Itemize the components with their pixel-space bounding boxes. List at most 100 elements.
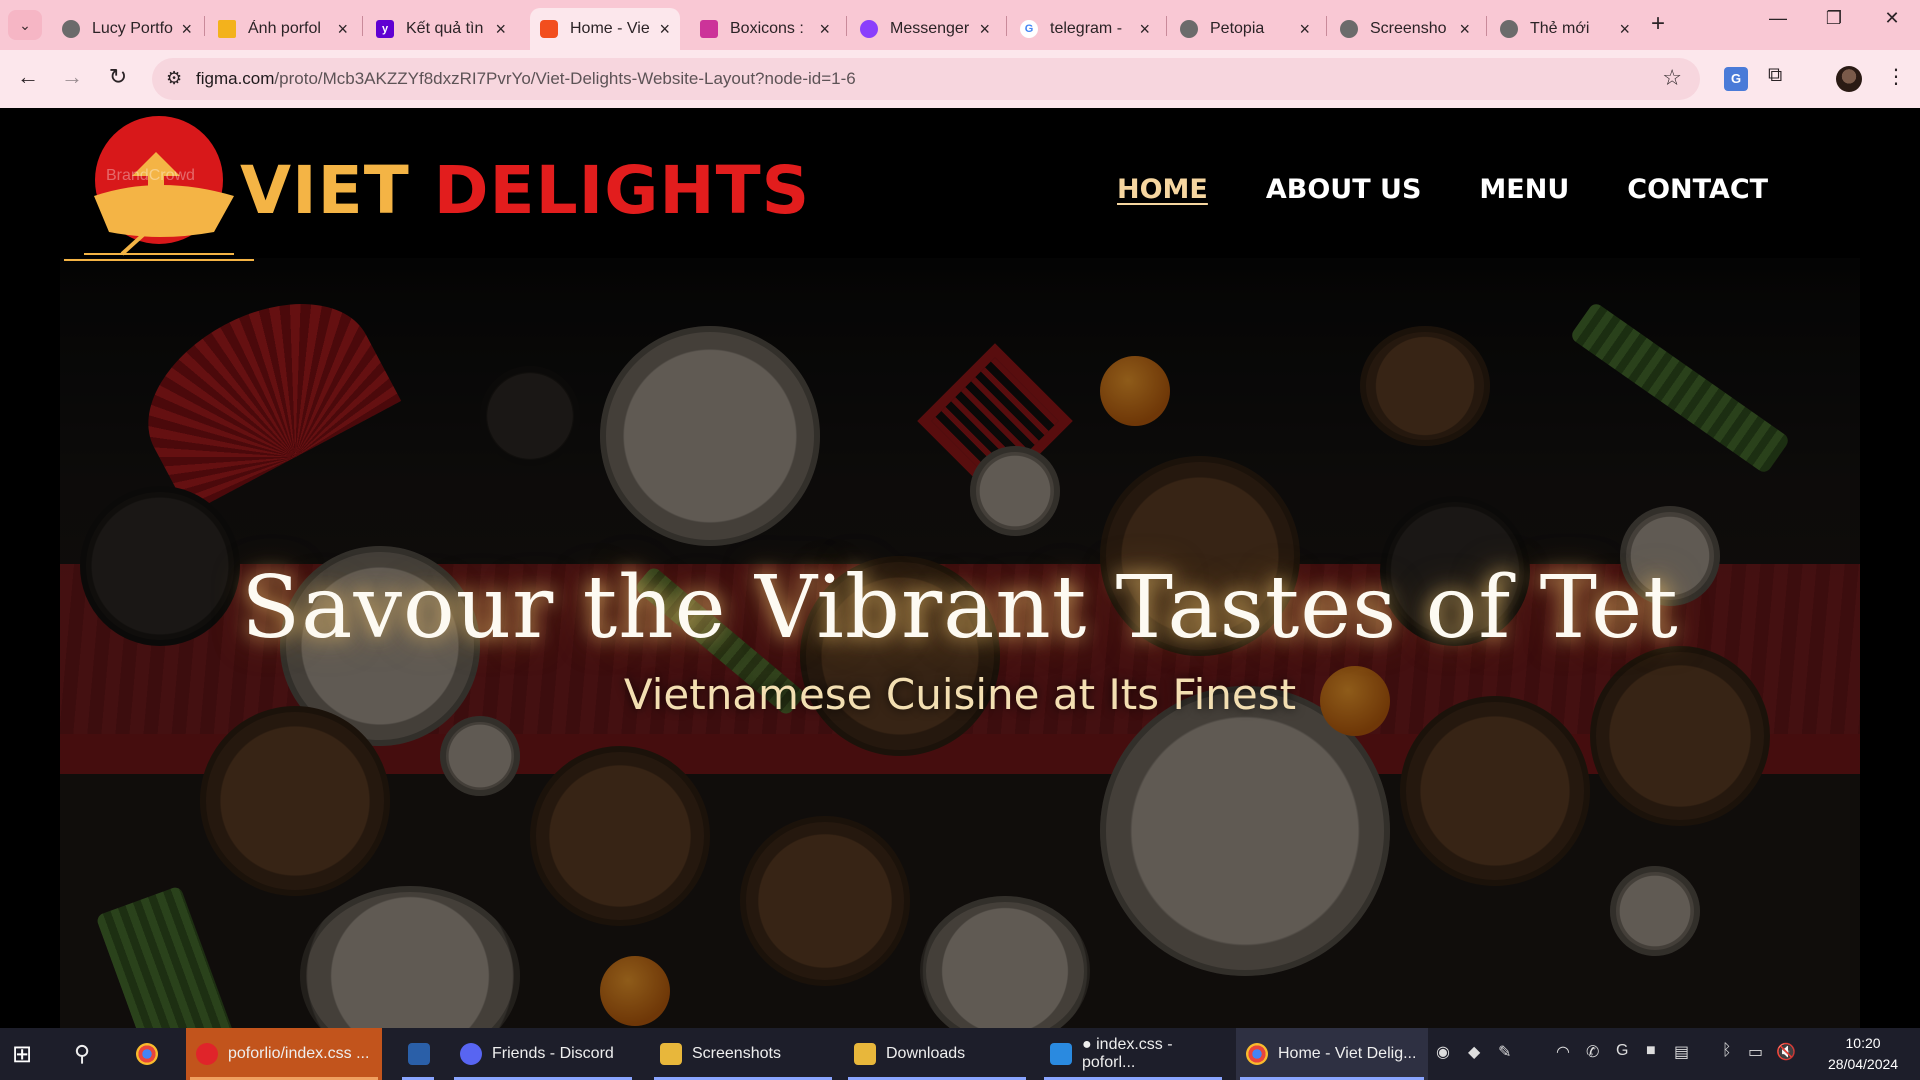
brand-delights: DELIGHTS (433, 152, 811, 229)
logo-watermark: BrandCrowd (106, 167, 195, 184)
taskbar-app-screenshots[interactable]: Screenshots (650, 1028, 836, 1080)
avatar[interactable] (1836, 66, 1862, 92)
nvidia-tray-icon[interactable]: ◆ (1468, 1042, 1480, 1062)
globe-icon (62, 20, 80, 38)
battery-icon[interactable]: ▭ (1748, 1042, 1763, 1062)
tab-title: Ảnh porfol (248, 20, 321, 37)
nav-menu-link[interactable]: MENU (1479, 174, 1569, 205)
url-host: figma.com (196, 69, 275, 88)
url-path: /proto/Mcb3AKZZYf8dxzRI7PvrYo/Viet-Delig… (274, 69, 856, 88)
url-text[interactable]: figma.com/proto/Mcb3AKZZYf8dxzRI7PvrYo/V… (196, 69, 856, 89)
close-icon[interactable]: × (337, 19, 348, 40)
tab[interactable]: Screensho × (1330, 8, 1480, 50)
tab-title: Kết quả tìn (406, 20, 484, 37)
close-icon[interactable]: × (819, 19, 830, 40)
translate-icon[interactable]: G (1724, 67, 1748, 91)
volume-icon[interactable]: 🔇 (1776, 1042, 1796, 1062)
globe-icon (1500, 20, 1518, 38)
close-icon[interactable]: × (495, 19, 506, 40)
extensions-icon[interactable]: ⧉ (1768, 64, 1782, 87)
address-bar[interactable]: ⚙ figma.com/proto/Mcb3AKZZYf8dxzRI7PvrYo… (152, 58, 1700, 100)
globe-icon (1180, 20, 1198, 38)
bluetooth-icon[interactable]: ᛒ (1722, 1042, 1732, 1060)
search-icon: ⚲ (74, 1041, 91, 1066)
taskbar-app-discord[interactable]: Friends - Discord (450, 1028, 636, 1080)
taskbar-chrome-pinned[interactable] (136, 1028, 168, 1080)
messenger-icon (860, 20, 878, 38)
taskbar-app-opera[interactable]: poforlio/index.css ... (186, 1028, 382, 1080)
taskbar-app-label: Friends - Discord (492, 1045, 614, 1062)
tab-title: Boxicons : (730, 20, 804, 37)
start-button[interactable]: ⊞ (12, 1028, 32, 1080)
tab-search-button[interactable]: ⌄ (8, 10, 42, 40)
restore-button[interactable]: ❐ (1814, 8, 1854, 29)
tab[interactable]: Lucy Portfo × (52, 8, 202, 50)
tab[interactable]: Boxicons : × (690, 8, 840, 50)
taskbar-app-downloads[interactable]: Downloads (844, 1028, 1030, 1080)
close-icon[interactable]: × (659, 19, 670, 40)
taskbar-clock[interactable]: 10:20 28/04/2024 (1828, 1033, 1898, 1075)
site-info-icon[interactable]: ⚙ (166, 68, 182, 89)
folder-icon (660, 1043, 682, 1065)
hero-subtitle: Vietnamese Cuisine at Its Finest (623, 670, 1297, 719)
minimize-button[interactable]: — (1758, 8, 1798, 29)
browser-tab-bar: ⌄ Lucy Portfo × Ảnh porfol × y Kết quả t… (0, 0, 1920, 50)
chevron-down-icon: ⌄ (19, 16, 31, 33)
brand-name[interactable]: VIET DELIGHTS (240, 152, 810, 229)
tab[interactable]: Ảnh porfol × (208, 8, 358, 50)
grammarly-tray-icon[interactable]: G (1616, 1042, 1628, 1060)
close-icon[interactable]: × (181, 19, 192, 40)
windows-taskbar: ⊞ ⚲ poforlio/index.css ... Friends - Dis… (0, 1028, 1920, 1080)
red-tray-icon[interactable]: ■ (1646, 1042, 1656, 1060)
drive-icon (218, 20, 236, 38)
tab[interactable]: Messenger × (850, 8, 1000, 50)
folder-icon (854, 1043, 876, 1065)
reload-button[interactable]: ↻ (102, 64, 134, 90)
viber-tray-icon[interactable]: ✆ (1586, 1042, 1599, 1062)
taskbar-app-label: poforlio/index.css ... (228, 1045, 370, 1062)
clock-date: 28/04/2024 (1828, 1056, 1899, 1072)
taskbar-app-vscode[interactable]: ● index.css - poforl... (1040, 1028, 1226, 1080)
search-button[interactable]: ⚲ (74, 1028, 90, 1080)
notes-tray-icon[interactable]: ▤ (1674, 1042, 1689, 1062)
taskbar-app[interactable] (398, 1028, 438, 1080)
forward-button[interactable]: → (56, 64, 88, 90)
viet-delights-logo[interactable]: BrandCrowd (64, 114, 254, 264)
pen-tray-icon[interactable]: ✎ (1498, 1042, 1511, 1062)
close-icon[interactable]: × (1459, 19, 1470, 40)
nav-home-link[interactable]: HOME (1117, 174, 1208, 205)
tab-title: Thẻ mới (1530, 20, 1590, 37)
taskbar-app-label: Downloads (886, 1045, 966, 1062)
tab-title: telegram - (1050, 20, 1123, 37)
tab[interactable]: G telegram - × (1010, 8, 1160, 50)
boxicons-icon (700, 20, 718, 38)
tab[interactable]: y Kết quả tìn × (366, 8, 516, 50)
nav-contact-link[interactable]: CONTACT (1627, 174, 1768, 205)
more-menu-icon[interactable]: ⋮ (1886, 64, 1906, 89)
nav-about-us-link[interactable]: ABOUT US (1266, 174, 1422, 205)
close-window-button[interactable]: ✕ (1872, 8, 1912, 29)
clock-time: 10:20 (1845, 1035, 1881, 1051)
opera-icon (196, 1043, 218, 1065)
back-button[interactable]: ← (12, 64, 44, 90)
bookmark-star-icon[interactable]: ☆ (1662, 65, 1682, 91)
site-header: BrandCrowd VIET DELIGHTS HOME ABOUT US M… (0, 108, 1920, 261)
tab-title: Messenger (890, 20, 970, 37)
hero-section: Savour the Vibrant Tastes of Tet Vietnam… (60, 246, 1860, 1028)
close-icon[interactable]: × (979, 19, 990, 40)
tab-active[interactable]: Home - Vie × (530, 8, 680, 50)
discord-icon (460, 1043, 482, 1065)
app-icon (408, 1043, 430, 1065)
main-nav: HOME ABOUT US MENU CONTACT (1117, 174, 1768, 205)
wifi-icon[interactable]: ◠ (1556, 1042, 1570, 1062)
new-tab-button[interactable]: + (1651, 10, 1665, 38)
taskbar-app-label: ● index.css - poforl... (1082, 1036, 1173, 1071)
taskbar-app-chrome[interactable]: Home - Viet Delig... (1236, 1028, 1428, 1080)
chrome-icon (1246, 1043, 1268, 1065)
tab[interactable]: Thẻ mới × (1490, 8, 1640, 50)
tab[interactable]: Petopia × (1170, 8, 1320, 50)
close-icon[interactable]: × (1299, 19, 1310, 40)
close-icon[interactable]: × (1139, 19, 1150, 40)
discord-tray-icon[interactable]: ◉ (1436, 1042, 1450, 1062)
close-icon[interactable]: × (1619, 19, 1630, 40)
